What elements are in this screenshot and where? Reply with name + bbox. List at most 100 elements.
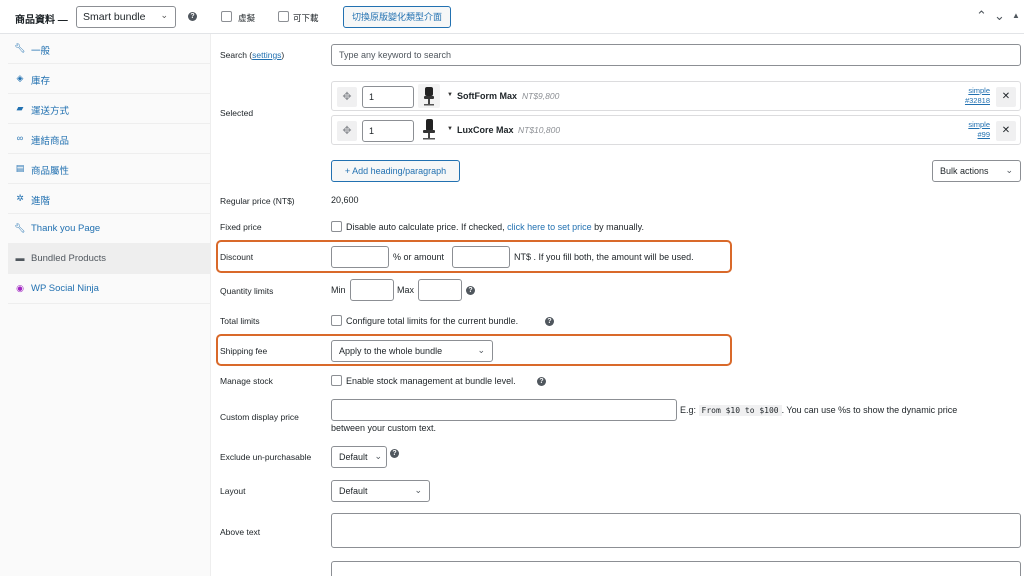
discount-percent-input[interactable]	[331, 246, 389, 268]
min-quantity-input[interactable]	[350, 279, 394, 301]
product-thumbnail	[418, 118, 440, 142]
chevron-down-icon: ⌄	[374, 451, 382, 461]
sidebar-item-wp-social-ninja[interactable]: ◉ WP Social Ninja	[8, 274, 211, 304]
switch-interface-button[interactable]: 切換原版變化類型介面	[343, 6, 451, 28]
help-icon[interactable]: ?	[545, 317, 554, 326]
under-text-textarea[interactable]	[331, 561, 1021, 576]
selected-product-name: LuxCore Max	[457, 125, 514, 135]
layout-label: Layout	[220, 486, 246, 496]
sidebar-item-label: 運送方式	[31, 106, 70, 117]
sidebar-item-label: 連結商品	[31, 136, 70, 147]
sidebar-item-general[interactable]: 🔧︎ 一般	[8, 34, 211, 64]
product-type-text: simple	[968, 120, 990, 129]
add-heading-button[interactable]: + Add heading/paragraph	[331, 160, 460, 182]
max-label: Max	[397, 285, 415, 295]
sidebar-item-label: 進階	[31, 196, 51, 207]
regular-price-value: 20,600	[331, 195, 359, 205]
wrench-icon: 🔧︎	[14, 223, 26, 233]
help-icon[interactable]: ?	[188, 12, 197, 21]
exclude-unpurchasable-select[interactable]: Default ⌄	[331, 446, 387, 468]
help-icon[interactable]: ?	[537, 377, 546, 386]
bulk-actions-select[interactable]: Bulk actions ⌄	[932, 160, 1021, 182]
help-icon[interactable]: ?	[390, 449, 399, 458]
sidebar-item-attributes[interactable]: ▤ 商品屬性	[8, 154, 211, 184]
max-quantity-input[interactable]	[418, 279, 462, 301]
product-id-text: #99	[977, 130, 990, 139]
chevron-down-icon: ⌄	[160, 10, 168, 20]
custom-code-sample: From $10 to $100	[698, 405, 782, 416]
sidebar-item-label: Thank you Page	[31, 223, 101, 234]
sidebar-item-label: Bundled Products	[31, 253, 106, 264]
sidebar-item-shipping[interactable]: ▰ 運送方式	[8, 94, 211, 124]
selected-item: ✥ 1 ▼ SoftForm Max NT$9,800 simple #3281…	[331, 81, 1021, 111]
custom-display-price-input[interactable]	[331, 399, 677, 421]
sidebar-item-inventory[interactable]: ◈ 庫存	[8, 64, 211, 94]
chair-image	[423, 119, 435, 140]
custom-note-a: . You can use %s to show the dynamic pri…	[781, 405, 958, 415]
quantity-limits-label: Quantity limits	[220, 286, 274, 296]
layout-select[interactable]: Default ⌄	[331, 480, 430, 502]
sidebar-item-advanced[interactable]: ✲ 進階	[8, 184, 211, 214]
sidebar-item-label: 庫存	[31, 76, 51, 87]
selected-item: ✥ 1 ▼ LuxCore Max NT$10,800 simple #99 ✕	[331, 115, 1021, 145]
sidebar-item-label: 一般	[31, 46, 51, 57]
exclude-value: Default	[339, 452, 368, 462]
sidebar-item-thank-you-page[interactable]: 🔧︎ Thank you Page	[8, 214, 211, 244]
shipping-fee-select[interactable]: Apply to the whole bundle ⌄	[331, 340, 493, 362]
downloadable-label: 可下載	[293, 13, 319, 23]
custom-eg-text: E.g:	[680, 405, 697, 415]
manage-stock-checkbox[interactable]	[331, 375, 342, 386]
layout-value: Default	[339, 486, 368, 496]
sidebar-item-bundled-products[interactable]: ▬ Bundled Products	[8, 244, 211, 274]
downloadable-checkbox[interactable]	[278, 11, 289, 22]
remove-item-button[interactable]: ✕	[996, 87, 1016, 107]
move-down-icon[interactable]: ⌄	[994, 8, 1005, 24]
product-type-link[interactable]: simple #32818	[965, 86, 990, 106]
discount-amount-input[interactable]	[452, 246, 510, 268]
total-limits-checkbox[interactable]	[331, 315, 342, 326]
search-settings-link[interactable]: settings	[252, 50, 281, 60]
search-label: Search (settings)	[220, 50, 284, 60]
chair-image	[424, 87, 434, 106]
shipping-fee-value: Apply to the whole bundle	[339, 346, 443, 356]
collapse-toggle-icon[interactable]: ▲	[1012, 11, 1020, 20]
shipping-fee-label: Shipping fee	[220, 346, 268, 356]
quantity-value: 1	[369, 126, 375, 136]
fixed-price-text: Disable auto calculate price. If checked…	[346, 222, 644, 232]
chevron-down-icon: ⌄	[1005, 165, 1013, 175]
fixed-price-text-b: by manually.	[591, 222, 644, 232]
product-data-header: 商品資料 — Smart bundle ⌄ ? 虛擬 可下載 切換原版變化類型介…	[0, 0, 1024, 34]
drag-handle-icon[interactable]: ✥	[337, 121, 357, 141]
table-icon: ▤	[15, 163, 25, 173]
quantity-input[interactable]: 1	[362, 120, 414, 142]
help-icon[interactable]: ?	[466, 286, 475, 295]
expand-caret-icon[interactable]: ▼	[447, 92, 453, 98]
above-text-textarea[interactable]	[331, 513, 1021, 548]
product-thumbnail	[418, 84, 440, 108]
virtual-checkbox[interactable]	[221, 11, 232, 22]
product-type-select[interactable]: Smart bundle ⌄	[76, 6, 176, 28]
ninja-icon: ◉	[16, 283, 24, 293]
discount-label: Discount	[220, 252, 254, 262]
chevron-down-icon: ⌄	[477, 345, 485, 355]
set-price-link[interactable]: click here to set price	[507, 222, 592, 232]
search-input[interactable]: Type any keyword to search	[331, 44, 1021, 66]
quantity-value: 1	[369, 92, 375, 102]
move-up-icon[interactable]: ⌃	[976, 8, 987, 24]
link-icon: ∞	[16, 133, 24, 143]
expand-caret-icon[interactable]: ▼	[447, 126, 453, 132]
truck-icon: ▰	[16, 103, 24, 113]
sidebar-item-linked-products[interactable]: ∞ 連結商品	[8, 124, 211, 154]
regular-price-label: Regular price (NT$)	[220, 196, 295, 206]
remove-item-button[interactable]: ✕	[996, 121, 1016, 141]
total-limits-text: Configure total limits for the current b…	[346, 316, 519, 326]
drag-handle-icon[interactable]: ✥	[337, 87, 357, 107]
product-type-link[interactable]: simple #99	[968, 120, 990, 140]
quantity-input[interactable]: 1	[362, 86, 414, 108]
product-type-value: Smart bundle	[83, 11, 146, 23]
product-data-tabs: 🔧︎ 一般 ◈ 庫存 ▰ 運送方式 ∞ 連結商品 ▤ 商品屬性 ✲ 進階 🔧︎ …	[0, 34, 211, 576]
fixed-price-checkbox[interactable]	[331, 221, 342, 232]
custom-display-price-label: Custom display price	[220, 412, 299, 422]
close-icon: ✕	[1001, 125, 1011, 136]
sidebar-item-label: 商品屬性	[31, 166, 70, 177]
